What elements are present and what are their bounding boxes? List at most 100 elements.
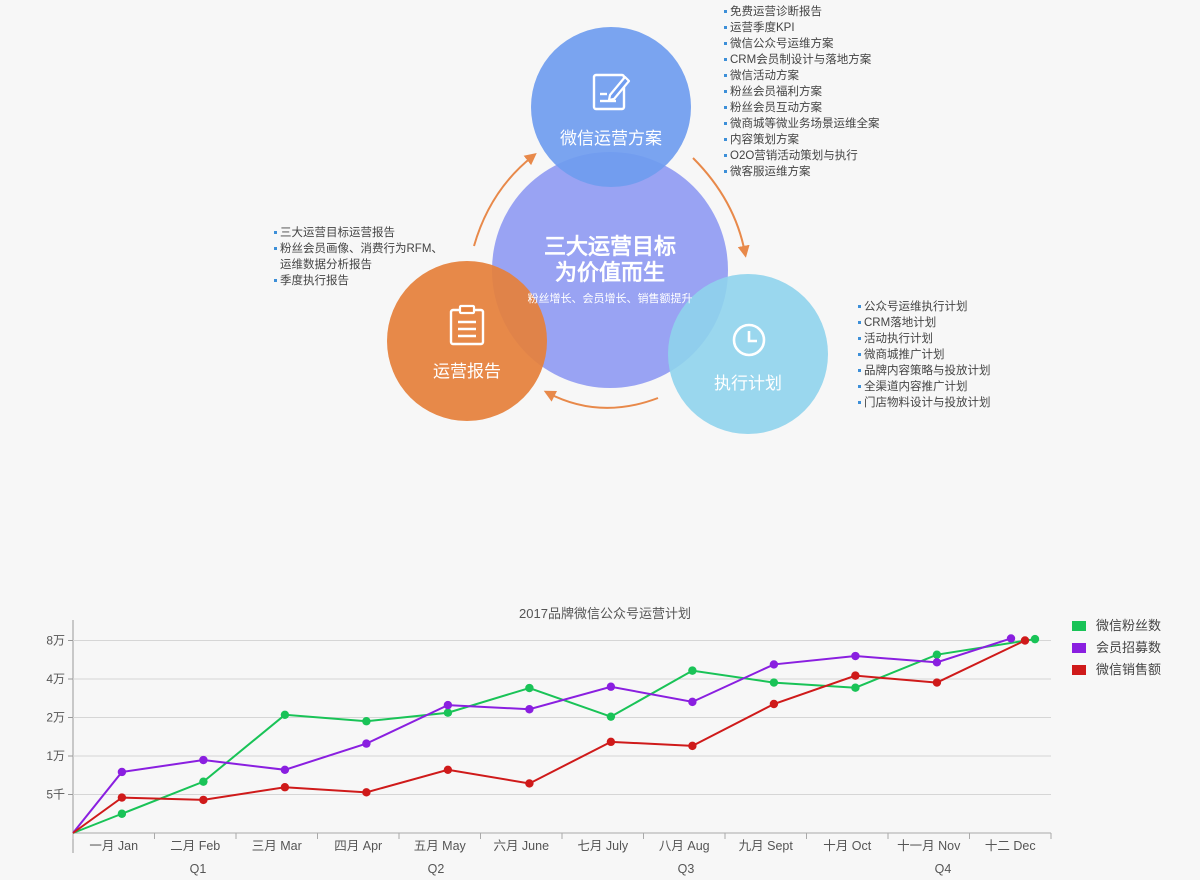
data-point-members[interactable] bbox=[606, 682, 616, 691]
list-item: 品牌内容策略与投放计划 bbox=[858, 363, 991, 379]
list-item: CRM落地计划 bbox=[858, 315, 991, 331]
data-point-sales[interactable] bbox=[117, 793, 127, 802]
chart-title: 2017品牌微信公众号运营计划 bbox=[519, 606, 691, 621]
clipboard-icon bbox=[449, 304, 485, 346]
list-item: 微商城推广计划 bbox=[858, 347, 991, 363]
data-point-members[interactable] bbox=[443, 700, 453, 710]
arrow-exec-to-report bbox=[543, 390, 659, 409]
x-tick-label: 十月 Oct bbox=[823, 839, 871, 853]
list-item: 内容策划方案 bbox=[724, 132, 880, 148]
data-point-fans[interactable] bbox=[199, 777, 208, 786]
data-point-members[interactable] bbox=[525, 705, 534, 714]
data-point-members[interactable] bbox=[117, 767, 127, 777]
x-tick-label: 四月 Apr bbox=[334, 839, 382, 853]
data-point-sales[interactable] bbox=[199, 795, 208, 805]
plan-items-list: 免费运营诊断报告 运营季度KPI 微信公众号运维方案 CRM会员制设计与落地方案… bbox=[724, 4, 880, 180]
quarter-label: Q3 bbox=[678, 862, 695, 876]
data-point-fans[interactable] bbox=[443, 708, 453, 717]
page: 微信运营方案 执行计划 运营报告 三大运营目标 为价值而生 粉丝增长、会员增长、… bbox=[0, 0, 1200, 880]
center-title-line1: 三大运营目标 bbox=[543, 234, 676, 259]
clock-icon bbox=[732, 323, 766, 357]
data-point-fans[interactable] bbox=[362, 717, 371, 726]
report-items-list: 三大运营目标运营报告 粉丝会员画像、消费行为RFM、 运维数据分析报告 季度执行… bbox=[274, 225, 443, 289]
x-tick-label: 七月 July bbox=[577, 839, 628, 853]
data-point-sales[interactable] bbox=[443, 765, 453, 775]
quarter-label: Q2 bbox=[428, 862, 445, 876]
data-point-members[interactable] bbox=[851, 651, 860, 661]
report-circle-label: 运营报告 bbox=[433, 362, 501, 381]
data-point-sales[interactable] bbox=[1020, 636, 1030, 645]
data-point-sales[interactable] bbox=[851, 671, 860, 680]
chart-grid bbox=[68, 620, 1052, 853]
data-point-fans[interactable] bbox=[280, 710, 290, 719]
data-point-members[interactable] bbox=[1006, 634, 1016, 643]
data-point-members[interactable] bbox=[280, 765, 290, 775]
legend-item-fans[interactable]: 微信粉丝数 bbox=[1072, 617, 1161, 639]
center-subtitle: 粉丝增长、会员增长、销售额提升 bbox=[527, 293, 693, 305]
data-point-fans[interactable] bbox=[932, 650, 942, 659]
list-item: 微商城等微业务场景运维全案 bbox=[724, 116, 880, 132]
x-tick-label: 三月 Mar bbox=[252, 839, 302, 853]
list-item: 粉丝会员福利方案 bbox=[724, 84, 880, 100]
edit-document-icon bbox=[592, 73, 631, 111]
exec-circle-label: 执行计划 bbox=[714, 374, 782, 393]
x-tick-label: 九月 Sept bbox=[739, 839, 794, 853]
list-item: O2O营销活动策划与执行 bbox=[724, 148, 880, 164]
data-point-fans[interactable] bbox=[851, 683, 860, 692]
list-item: CRM会员制设计与落地方案 bbox=[724, 52, 880, 68]
x-tick-label: 六月 June bbox=[493, 839, 549, 853]
data-point-members[interactable] bbox=[362, 739, 371, 748]
data-point-members[interactable] bbox=[932, 658, 942, 667]
x-tick-label: 十二 Dec bbox=[985, 839, 1036, 853]
series-line-fans bbox=[72, 638, 1036, 834]
list-item: 运维数据分析报告 bbox=[280, 259, 372, 271]
data-point-sales[interactable] bbox=[932, 678, 942, 687]
legend-swatch bbox=[1072, 643, 1086, 653]
legend-label: 微信粉丝数 bbox=[1096, 618, 1162, 633]
data-point-sales[interactable] bbox=[688, 741, 697, 751]
list-item: 微信活动方案 bbox=[724, 68, 880, 84]
data-point-sales[interactable] bbox=[769, 699, 779, 709]
data-point-sales[interactable] bbox=[362, 788, 371, 797]
chart-series bbox=[72, 634, 1040, 834]
data-point-sales[interactable] bbox=[280, 783, 290, 792]
list-item: 粉丝会员互动方案 bbox=[724, 100, 880, 116]
x-tick-label: 二月 Feb bbox=[170, 839, 220, 853]
list-item: 粉丝会员画像、消费行为RFM、 bbox=[274, 241, 443, 257]
quarter-label: Q1 bbox=[190, 862, 207, 876]
list-item: 门店物料设计与投放计划 bbox=[858, 395, 991, 411]
list-item: 三大运营目标运营报告 bbox=[274, 225, 443, 241]
y-tick-label: 4万 bbox=[46, 672, 65, 686]
data-point-sales[interactable] bbox=[525, 779, 534, 788]
list-item: 微客服运维方案 bbox=[724, 164, 880, 180]
plan-circle-label: 微信运营方案 bbox=[560, 129, 662, 148]
data-point-fans[interactable] bbox=[525, 683, 534, 693]
x-tick-label: 五月 May bbox=[414, 839, 467, 853]
chart-legend: 微信粉丝数 会员招募数 微信销售额 bbox=[1072, 617, 1161, 683]
data-point-members[interactable] bbox=[199, 755, 208, 765]
y-tick-label: 1万 bbox=[46, 749, 65, 763]
legend-swatch bbox=[1072, 665, 1086, 675]
center-title-line2: 为价值而生 bbox=[554, 260, 665, 285]
legend-label: 微信销售额 bbox=[1096, 662, 1162, 677]
y-tick-label: 8万 bbox=[46, 634, 65, 648]
list-item: 微信公众号运维方案 bbox=[724, 36, 880, 52]
x-tick-label: 八月 Aug bbox=[659, 839, 710, 853]
list-item: 免费运营诊断报告 bbox=[724, 4, 880, 20]
data-point-fans[interactable] bbox=[1030, 634, 1040, 644]
x-tick-label: 一月 Jan bbox=[89, 839, 138, 853]
series-line-sales bbox=[72, 639, 1026, 834]
line-chart: 2017品牌微信公众号运营计划 5千 1万 2万 4万 8万一月 Jan 二月 Feb 三月… bbox=[46, 606, 1052, 876]
data-point-fans[interactable] bbox=[688, 666, 697, 675]
data-point-fans[interactable] bbox=[606, 712, 616, 721]
legend-item-members[interactable]: 会员招募数 bbox=[1072, 639, 1161, 661]
list-item: 活动执行计划 bbox=[858, 331, 991, 347]
data-point-fans[interactable] bbox=[117, 809, 127, 818]
data-point-members[interactable] bbox=[688, 697, 697, 707]
legend-swatch bbox=[1072, 621, 1086, 631]
data-point-fans[interactable] bbox=[769, 678, 779, 687]
legend-item-sales[interactable]: 微信销售额 bbox=[1072, 661, 1161, 683]
data-point-members[interactable] bbox=[769, 660, 779, 669]
list-item: 公众号运维执行计划 bbox=[858, 299, 991, 315]
data-point-sales[interactable] bbox=[606, 737, 616, 747]
